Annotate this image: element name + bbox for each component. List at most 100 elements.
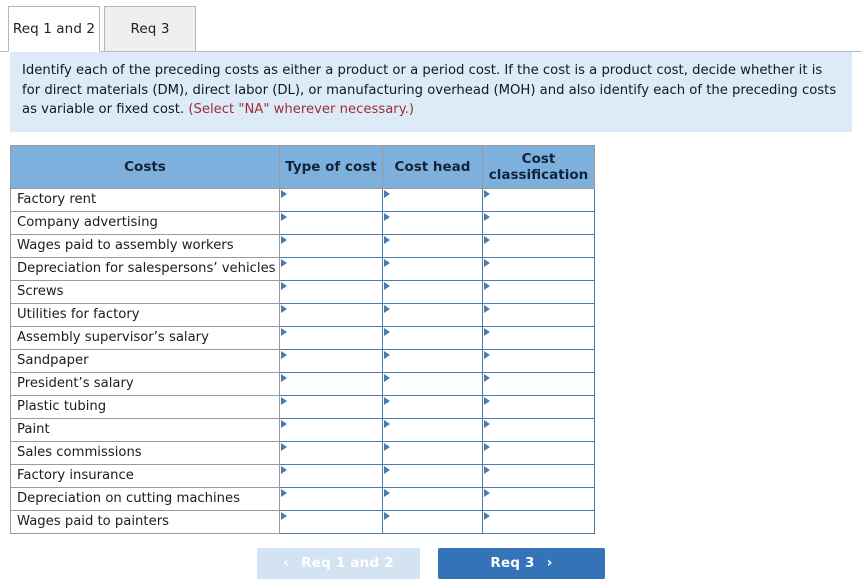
cost-label-cell: Assembly supervisor’s salary [10,326,280,350]
dropdown-marker-icon [484,327,490,336]
dropdown-cell-cost-classification[interactable] [482,463,595,488]
table-row: Depreciation on cutting machines [10,486,595,511]
dropdown-cell-type-of-cost[interactable] [279,187,383,212]
cost-label-cell: Wages paid to painters [10,510,280,534]
cost-label-cell: Company advertising [10,211,280,235]
next-req-button[interactable]: Req 3 › [438,547,605,579]
table-header-row: Costs Type of cost Cost head Cost classi… [10,144,595,189]
dropdown-marker-icon [384,373,390,382]
dropdown-cell-type-of-cost[interactable] [279,302,383,327]
dropdown-cell-cost-head[interactable] [382,509,483,534]
dropdown-cell-cost-classification[interactable] [482,279,595,304]
dropdown-cell-type-of-cost[interactable] [279,463,383,488]
table-row: President’s salary [10,371,595,396]
dropdown-cell-cost-head[interactable] [382,233,483,258]
column-header-type-of-cost: Type of cost [279,144,383,189]
dropdown-marker-icon [484,189,490,198]
cost-label-cell: Screws [10,280,280,304]
cost-label-cell: Utilities for factory [10,303,280,327]
dropdown-cell-cost-head[interactable] [382,440,483,465]
dropdown-cell-cost-classification[interactable] [482,371,595,396]
dropdown-cell-cost-head[interactable] [382,371,483,396]
dropdown-cell-type-of-cost[interactable] [279,279,383,304]
dropdown-cell-cost-classification[interactable] [482,348,595,373]
dropdown-cell-type-of-cost[interactable] [279,509,383,534]
dropdown-marker-icon [484,373,490,382]
dropdown-cell-cost-classification[interactable] [482,187,595,212]
dropdown-cell-type-of-cost[interactable] [279,256,383,281]
dropdown-cell-cost-classification[interactable] [482,394,595,419]
cost-table-container: Costs Type of cost Cost head Cost classi… [10,144,595,534]
dropdown-marker-icon [281,327,287,336]
dropdown-cell-cost-classification[interactable] [482,509,595,534]
dropdown-cell-cost-head[interactable] [382,325,483,350]
dropdown-marker-icon [281,442,287,451]
table-row: Sandpaper [10,348,595,373]
dropdown-marker-icon [281,304,287,313]
column-header-cost-head: Cost head [382,144,483,189]
table-row: Assembly supervisor’s salary [10,325,595,350]
dropdown-marker-icon [384,442,390,451]
dropdown-cell-cost-classification[interactable] [482,325,595,350]
dropdown-cell-cost-head[interactable] [382,463,483,488]
dropdown-cell-type-of-cost[interactable] [279,486,383,511]
prev-req-button[interactable]: ‹ Req 1 and 2 [257,547,420,579]
footer-navigation: ‹ Req 1 and 2 Req 3 › [0,547,862,579]
dropdown-cell-cost-classification[interactable] [482,256,595,281]
tab-label: Req 3 [130,21,170,37]
table-body: Factory rent Company advertising Wages pai… [10,187,595,534]
dropdown-marker-icon [384,511,390,520]
dropdown-marker-icon [281,189,287,198]
table-row: Wages paid to assembly workers [10,233,595,258]
dropdown-marker-icon [384,189,390,198]
dropdown-cell-type-of-cost[interactable] [279,440,383,465]
table-row: Sales commissions [10,440,595,465]
table-row: Wages paid to painters [10,509,595,534]
dropdown-cell-cost-classification[interactable] [482,233,595,258]
dropdown-cell-cost-classification[interactable] [482,440,595,465]
cost-label-cell: Depreciation for salespersons’ vehicles [10,257,280,281]
dropdown-cell-cost-head[interactable] [382,348,483,373]
cost-label-cell: Paint [10,418,280,442]
cost-label-cell: Sandpaper [10,349,280,373]
dropdown-cell-type-of-cost[interactable] [279,371,383,396]
table-row: Screws [10,279,595,304]
dropdown-marker-icon [281,235,287,244]
dropdown-cell-cost-head[interactable] [382,302,483,327]
cost-label-cell: Wages paid to assembly workers [10,234,280,258]
dropdown-cell-cost-head[interactable] [382,279,483,304]
dropdown-marker-icon [384,212,390,221]
dropdown-cell-cost-head[interactable] [382,486,483,511]
dropdown-cell-cost-head[interactable] [382,187,483,212]
dropdown-cell-type-of-cost[interactable] [279,417,383,442]
column-header-costs: Costs [10,144,280,189]
dropdown-cell-type-of-cost[interactable] [279,394,383,419]
dropdown-cell-cost-head[interactable] [382,394,483,419]
chevron-left-icon: ‹ [283,555,290,572]
dropdown-marker-icon [484,396,490,405]
dropdown-cell-type-of-cost[interactable] [279,325,383,350]
tab-req-1-and-2[interactable]: Req 1 and 2 [8,6,100,52]
dropdown-cell-cost-head[interactable] [382,417,483,442]
dropdown-cell-cost-classification[interactable] [482,486,595,511]
dropdown-cell-type-of-cost[interactable] [279,210,383,235]
dropdown-marker-icon [281,396,287,405]
dropdown-cell-cost-classification[interactable] [482,210,595,235]
tab-label: Req 1 and 2 [12,21,96,37]
dropdown-cell-cost-classification[interactable] [482,302,595,327]
cost-label-cell: Depreciation on cutting machines [10,487,280,511]
instruction-note: (Select "NA" wherever necessary.) [188,102,414,118]
dropdown-marker-icon [484,350,490,359]
dropdown-cell-type-of-cost[interactable] [279,233,383,258]
dropdown-marker-icon [384,488,390,497]
dropdown-marker-icon [281,488,287,497]
next-req-button-label: Req 3 [490,555,535,572]
dropdown-cell-cost-head[interactable] [382,256,483,281]
dropdown-marker-icon [484,212,490,221]
dropdown-marker-icon [384,304,390,313]
tab-req-3[interactable]: Req 3 [104,6,196,52]
dropdown-cell-cost-head[interactable] [382,210,483,235]
table-header: Costs Type of cost Cost head Cost classi… [10,144,595,189]
dropdown-cell-cost-classification[interactable] [482,417,595,442]
dropdown-cell-type-of-cost[interactable] [279,348,383,373]
